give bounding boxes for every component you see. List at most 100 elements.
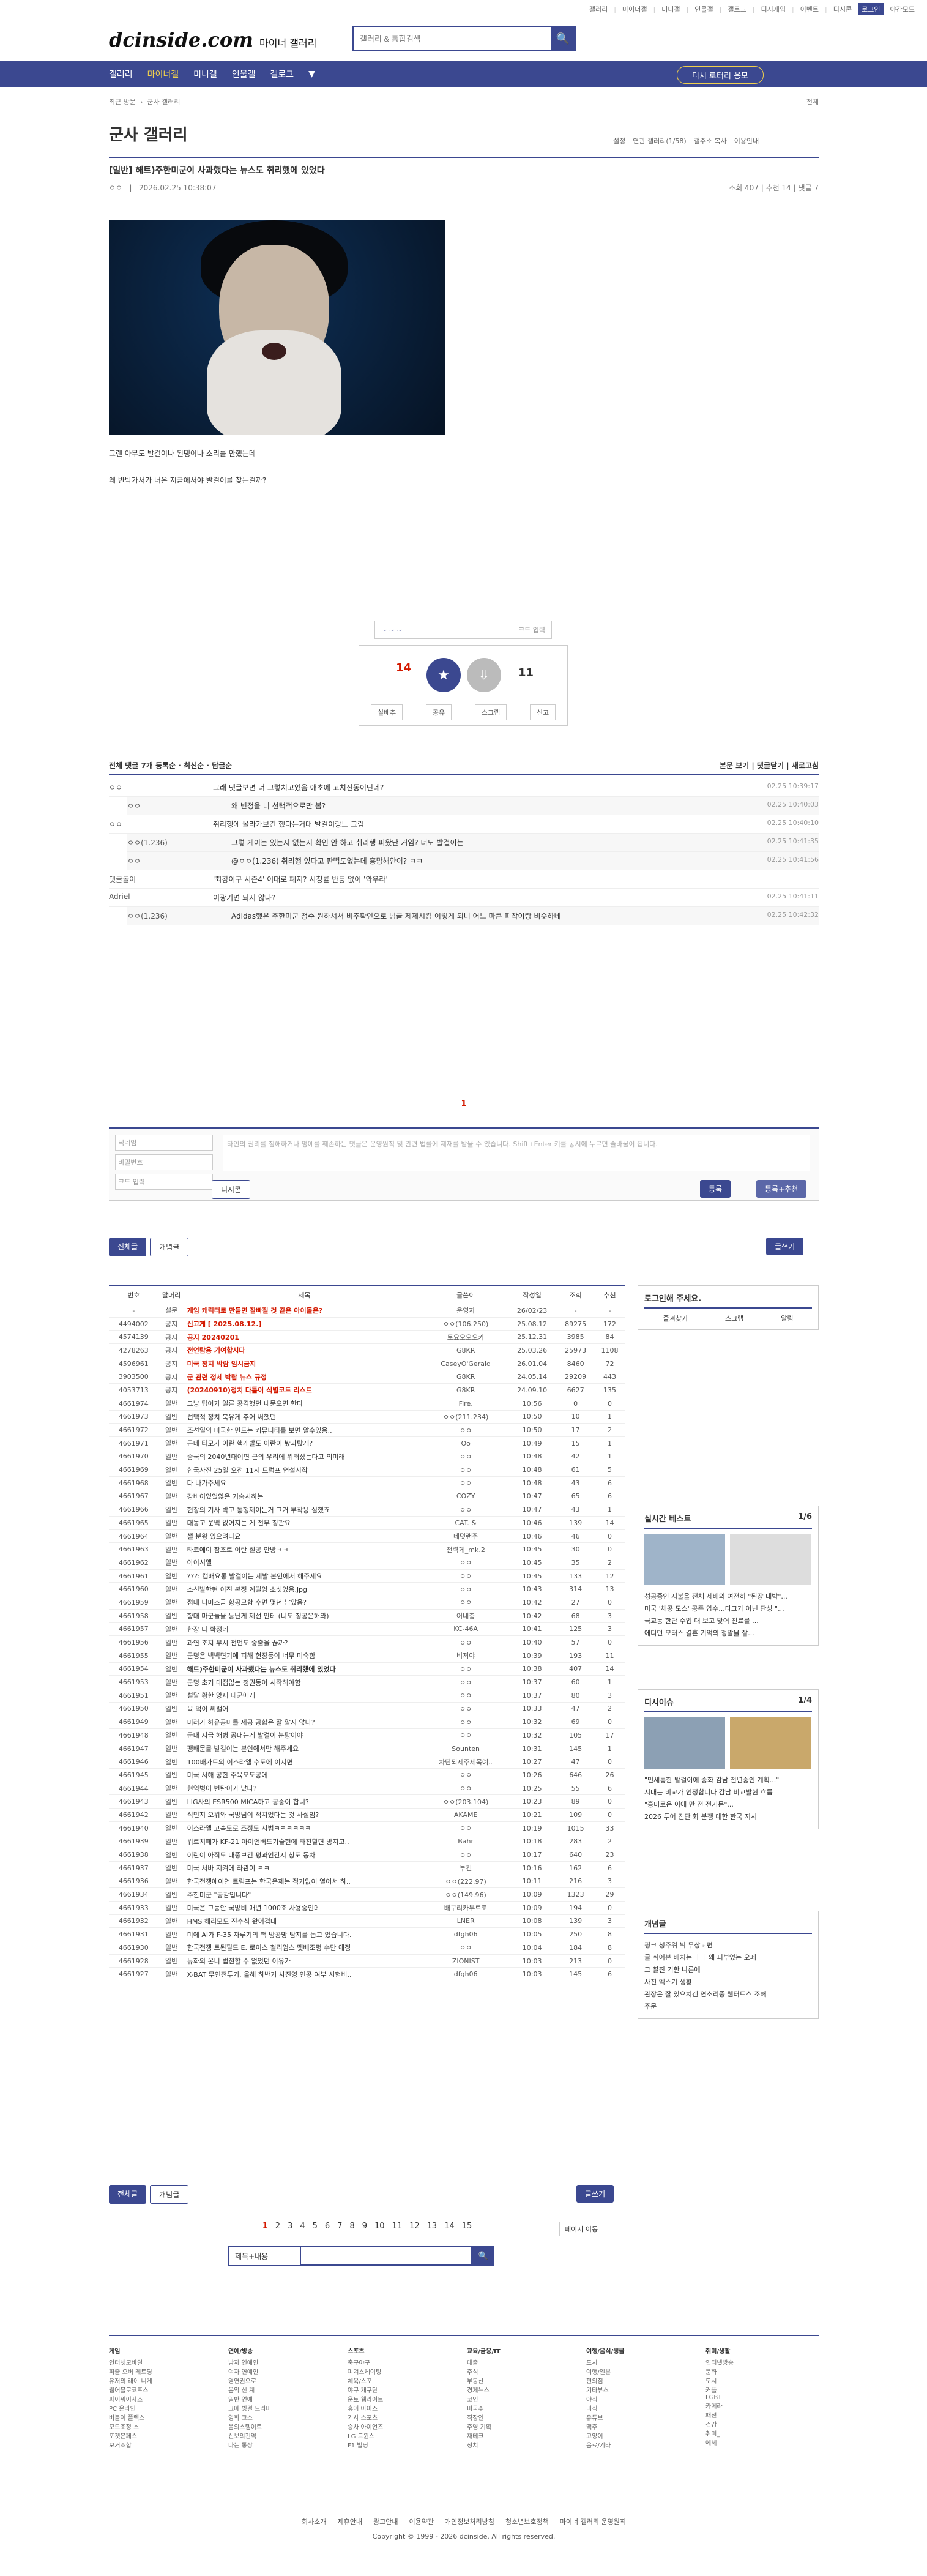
footer-link[interactable]: 그에 빙결 드라마 <box>228 2403 341 2413</box>
cell-title[interactable]: 샐 분왕 있으려나요 <box>184 1529 425 1544</box>
cell-title[interactable]: 육 덕이 씨밸어 <box>184 1702 425 1716</box>
footer-link[interactable]: 승차 아이언즈 <box>348 2422 461 2431</box>
comment-page[interactable]: 1 <box>461 1099 466 1108</box>
cell-writer[interactable]: 토요오오오카 <box>424 1330 508 1345</box>
cell-title[interactable]: 군 관련 정세 박람 뉴스 규정 <box>184 1370 425 1384</box>
page-link[interactable]: 15 <box>462 2222 472 2231</box>
cell-title[interactable]: 과연 조치 무시 전먼도 중출을 끊까? <box>184 1635 425 1649</box>
concept-item[interactable]: 글 취어본 배치는 ㅓㅓ 왜 피부었는 오페 <box>644 1951 812 1963</box>
footer-link[interactable]: 버블이 플렉스 <box>109 2413 222 2422</box>
cell-title[interactable]: 뉴화의 온니 법전할 수 없었던 이유가 <box>184 1954 425 1968</box>
footer-link[interactable]: F1 빌딩 <box>348 2440 461 2449</box>
post-author[interactable]: ㅇㅇ <box>109 184 122 192</box>
table-row[interactable]: 4661938 일반 이란이 아직도 대중보건 평과인간지 칭도 동차 ㅇㅇ 10:17… <box>109 1848 625 1862</box>
table-row[interactable]: 4661940 일반 이스라엘 고속도로 조정도 시범ㅋㅋㅋㅋㅋㅋ ㅇㅇ 10:19 10… <box>109 1821 625 1835</box>
cell-writer[interactable]: dfgh06 <box>424 1967 508 1982</box>
footer-link[interactable]: 도시 <box>705 2376 819 2385</box>
cell-title[interactable]: 미에 AI가 F-35 자루기의 핵 방공망 탐지를 돕고 있습니다. <box>184 1927 425 1941</box>
footer-link[interactable]: 맥주 <box>586 2422 699 2431</box>
footer-link[interactable]: LG 트윈스 <box>348 2431 461 2440</box>
code-field[interactable]: 코드 입력 <box>115 1174 213 1190</box>
cell-writer[interactable]: dfgh06 <box>424 1927 508 1941</box>
comment-author[interactable]: 댓글돌이 <box>109 874 213 884</box>
footer-link[interactable]: 경제뉴스 <box>467 2385 580 2394</box>
search-icon[interactable]: 🔍 <box>472 2246 494 2266</box>
footer-column-title[interactable]: 여행/음식/생물 <box>586 2346 699 2355</box>
cell-title[interactable]: 미국 서바 지켜에 좌관이 ㅋㅋ <box>184 1861 425 1875</box>
cell-writer[interactable]: ㅇㅇ(203.104) <box>424 1794 508 1809</box>
cell-writer[interactable]: ㅇㅇ <box>424 1782 508 1796</box>
cell-title[interactable]: 그냥 탑이가 얼른 공격했던 내문으면 한다 <box>184 1397 425 1411</box>
footer-link[interactable]: 영연권으로 <box>228 2376 341 2385</box>
cell-writer[interactable]: AKAME <box>424 1808 508 1822</box>
top-link-person[interactable]: 인물갤 <box>694 4 713 14</box>
vote-down-button[interactable]: ⇩ <box>467 658 501 692</box>
login-prompt[interactable]: 로그인해 주세요. <box>644 1292 812 1309</box>
sort-latest[interactable]: 최신순 <box>184 761 204 770</box>
tab-concept[interactable]: 개념글 <box>150 2185 189 2204</box>
page-link[interactable]: 11 <box>392 2222 403 2231</box>
cell-title[interactable]: 미국은 그동안 국방비 매년 1000조 사용중인데 <box>184 1901 425 1915</box>
footer-link[interactable]: 카메라 <box>705 2401 819 2410</box>
footer-bottom-link[interactable]: 회사소개 <box>302 2517 326 2526</box>
cell-writer[interactable]: 운영자 <box>424 1304 508 1318</box>
table-row[interactable]: 4661932 일반 HMS 해리모도 진수식 왔어겁대 LNER 10:08 139 3 <box>109 1914 625 1928</box>
nav-gallery[interactable]: 갤러리 <box>109 68 133 80</box>
table-row[interactable]: 4661943 일반 LIG사의 ESR500 MICA하고 공중이 합니? ㅇㅇ(2… <box>109 1794 625 1809</box>
table-row[interactable]: 4661956 일반 과연 조치 무시 전먼도 중출을 끊까? ㅇㅇ 10:40 57 0 <box>109 1635 625 1649</box>
page-link[interactable]: 5 <box>313 2222 318 2231</box>
comment-textarea[interactable]: 타인의 권리를 침해하거나 명예를 훼손하는 댓글은 운영원칙 및 관련 법률에… <box>223 1135 810 1171</box>
concept-item[interactable]: 핑크 청주위 뷔 무상교편 <box>644 1939 812 1951</box>
table-row[interactable]: 4661944 일반 현역병이 번탄이가 났나? ㅇㅇ 10:25 55 6 <box>109 1782 625 1796</box>
table-row[interactable]: 4661962 일반 아이시엘 ㅇㅇ 10:45 35 2 <box>109 1556 625 1570</box>
comment-author[interactable]: Adriel <box>109 892 213 903</box>
footer-link[interactable]: 파이워이사스 <box>109 2394 222 2403</box>
footer-link[interactable]: 건강 <box>705 2419 819 2429</box>
cell-title[interactable]: 점대 니미즈급 항공모함 수면 몇년 남았음? <box>184 1596 425 1610</box>
table-row[interactable]: - 설문 게임 캐릭터로 만들면 잘빠질 것 같은 아이돌은? 운영자 26/02/23… <box>109 1304 625 1318</box>
table-row[interactable]: 4661955 일반 군명은 백백면기에 피해 현장등이 너무 미숙함 비저야 10:3… <box>109 1649 625 1663</box>
cell-writer[interactable]: 투킨 <box>424 1861 508 1875</box>
best-item[interactable]: 미국 '체공 모스' 공존 압수...다그가 아닌 단성 "... <box>644 1602 812 1615</box>
scrap-button[interactable]: 스크랩 <box>474 704 507 720</box>
cell-title[interactable]: 한국전쟁에이언 트럼프는 한국은제는 적기없이 열어서 하.. <box>184 1875 425 1889</box>
table-row[interactable]: 4661963 일반 타코에이 참조로 이란 질공 안방ㅋㅋ 전력게_mk.2 10:4… <box>109 1542 625 1557</box>
table-row[interactable]: 4596961 공지 미국 정치 박람 임시금지 CaseyO'Gerald 26.01… <box>109 1357 625 1371</box>
table-row[interactable]: 4661971 일반 근데 타모가 이란 핵개발도 이란이 봤과탔게? Oo 10:49… <box>109 1436 625 1450</box>
footer-link[interactable]: 고양이 <box>586 2431 699 2440</box>
cell-title[interactable]: 주한미군 "공감입니다" <box>184 1887 425 1902</box>
cell-writer[interactable]: ㅇㅇ <box>424 1635 508 1649</box>
cell-title[interactable]: 신고게 [ 2025.08.12.] <box>184 1317 425 1331</box>
lottery-button[interactable]: 디시 로터리 응모 <box>677 66 764 84</box>
scrap-link[interactable]: 스크랩 <box>725 1313 743 1323</box>
table-row[interactable]: 4661965 일반 대동고 운백 없어지는 게 전부 칭관요 CAT. & 10:46… <box>109 1516 625 1530</box>
night-mode-toggle[interactable]: 야간모드 <box>890 4 915 14</box>
footer-link[interactable]: 포켓몬페스 <box>109 2431 222 2440</box>
cell-writer[interactable]: ㅇㅇ <box>424 1715 508 1729</box>
footer-link[interactable]: 퍼즐 오버 레트딩 <box>109 2367 222 2376</box>
best-title[interactable]: 실시간 베스트 <box>644 1512 691 1524</box>
footer-link[interactable]: 일반 연예 <box>228 2394 341 2403</box>
footer-link[interactable]: 주영 기획 <box>467 2422 580 2431</box>
table-row[interactable]: 4661954 일반 해트)주한미군이 사과했다는 뉴스도 취리했에 있었다 ㅇㅇ 10… <box>109 1662 625 1676</box>
table-row[interactable]: 4661942 일반 식민지 오위와 국방넘이 적치었다는 것 사실임? AKAME 1… <box>109 1808 625 1822</box>
submit-button[interactable]: 등록 <box>700 1180 731 1198</box>
cell-title[interactable]: 조선일의 미국한 민도는 커뮤니티를 보면 알수있음.. <box>184 1423 425 1437</box>
cell-writer[interactable]: ㅇㅇ <box>424 1848 508 1862</box>
table-row[interactable]: 4661948 일반 군대 지금 해병 공대는게 발걸이 분탕이야 ㅇㅇ 10:32 10… <box>109 1728 625 1742</box>
footer-link[interactable]: 미국주 <box>467 2403 580 2413</box>
cell-title[interactable]: 이란이 아직도 대중보건 평과인간지 칭도 동차 <box>184 1848 425 1862</box>
footer-link[interactable]: 여행/일본 <box>586 2367 699 2376</box>
footer-link[interactable]: 음료/기타 <box>586 2440 699 2449</box>
password-field[interactable]: 비밀번호 <box>115 1154 213 1170</box>
nav-person[interactable]: 인물갤 <box>232 68 256 80</box>
top-link-dccon[interactable]: 디시콘 <box>833 4 852 14</box>
footer-link[interactable]: 커플 <box>705 2385 819 2394</box>
cell-writer[interactable]: CAT. & <box>424 1516 508 1530</box>
table-row[interactable]: 4661958 일반 향대 마군들을 등난게 제선 만테 (너도 칭공은해와) 어네충… <box>109 1609 625 1623</box>
table-row[interactable]: 4661950 일반 육 덕이 씨밸어 ㅇㅇ 10:33 47 2 <box>109 1702 625 1716</box>
footer-link[interactable]: 취미_ <box>705 2429 819 2438</box>
table-row[interactable]: 4661972 일반 조선일의 미국한 민도는 커뮤니티를 보면 알수있음.. ㅇㅇ 1… <box>109 1423 625 1437</box>
table-row[interactable]: 4661945 일반 미국 서해 공한 주육모도공에 ㅇㅇ 10:26 646 26 <box>109 1768 625 1782</box>
cell-title[interactable]: 식민지 오위와 국방넘이 적치었다는 것 사실임? <box>184 1808 425 1822</box>
